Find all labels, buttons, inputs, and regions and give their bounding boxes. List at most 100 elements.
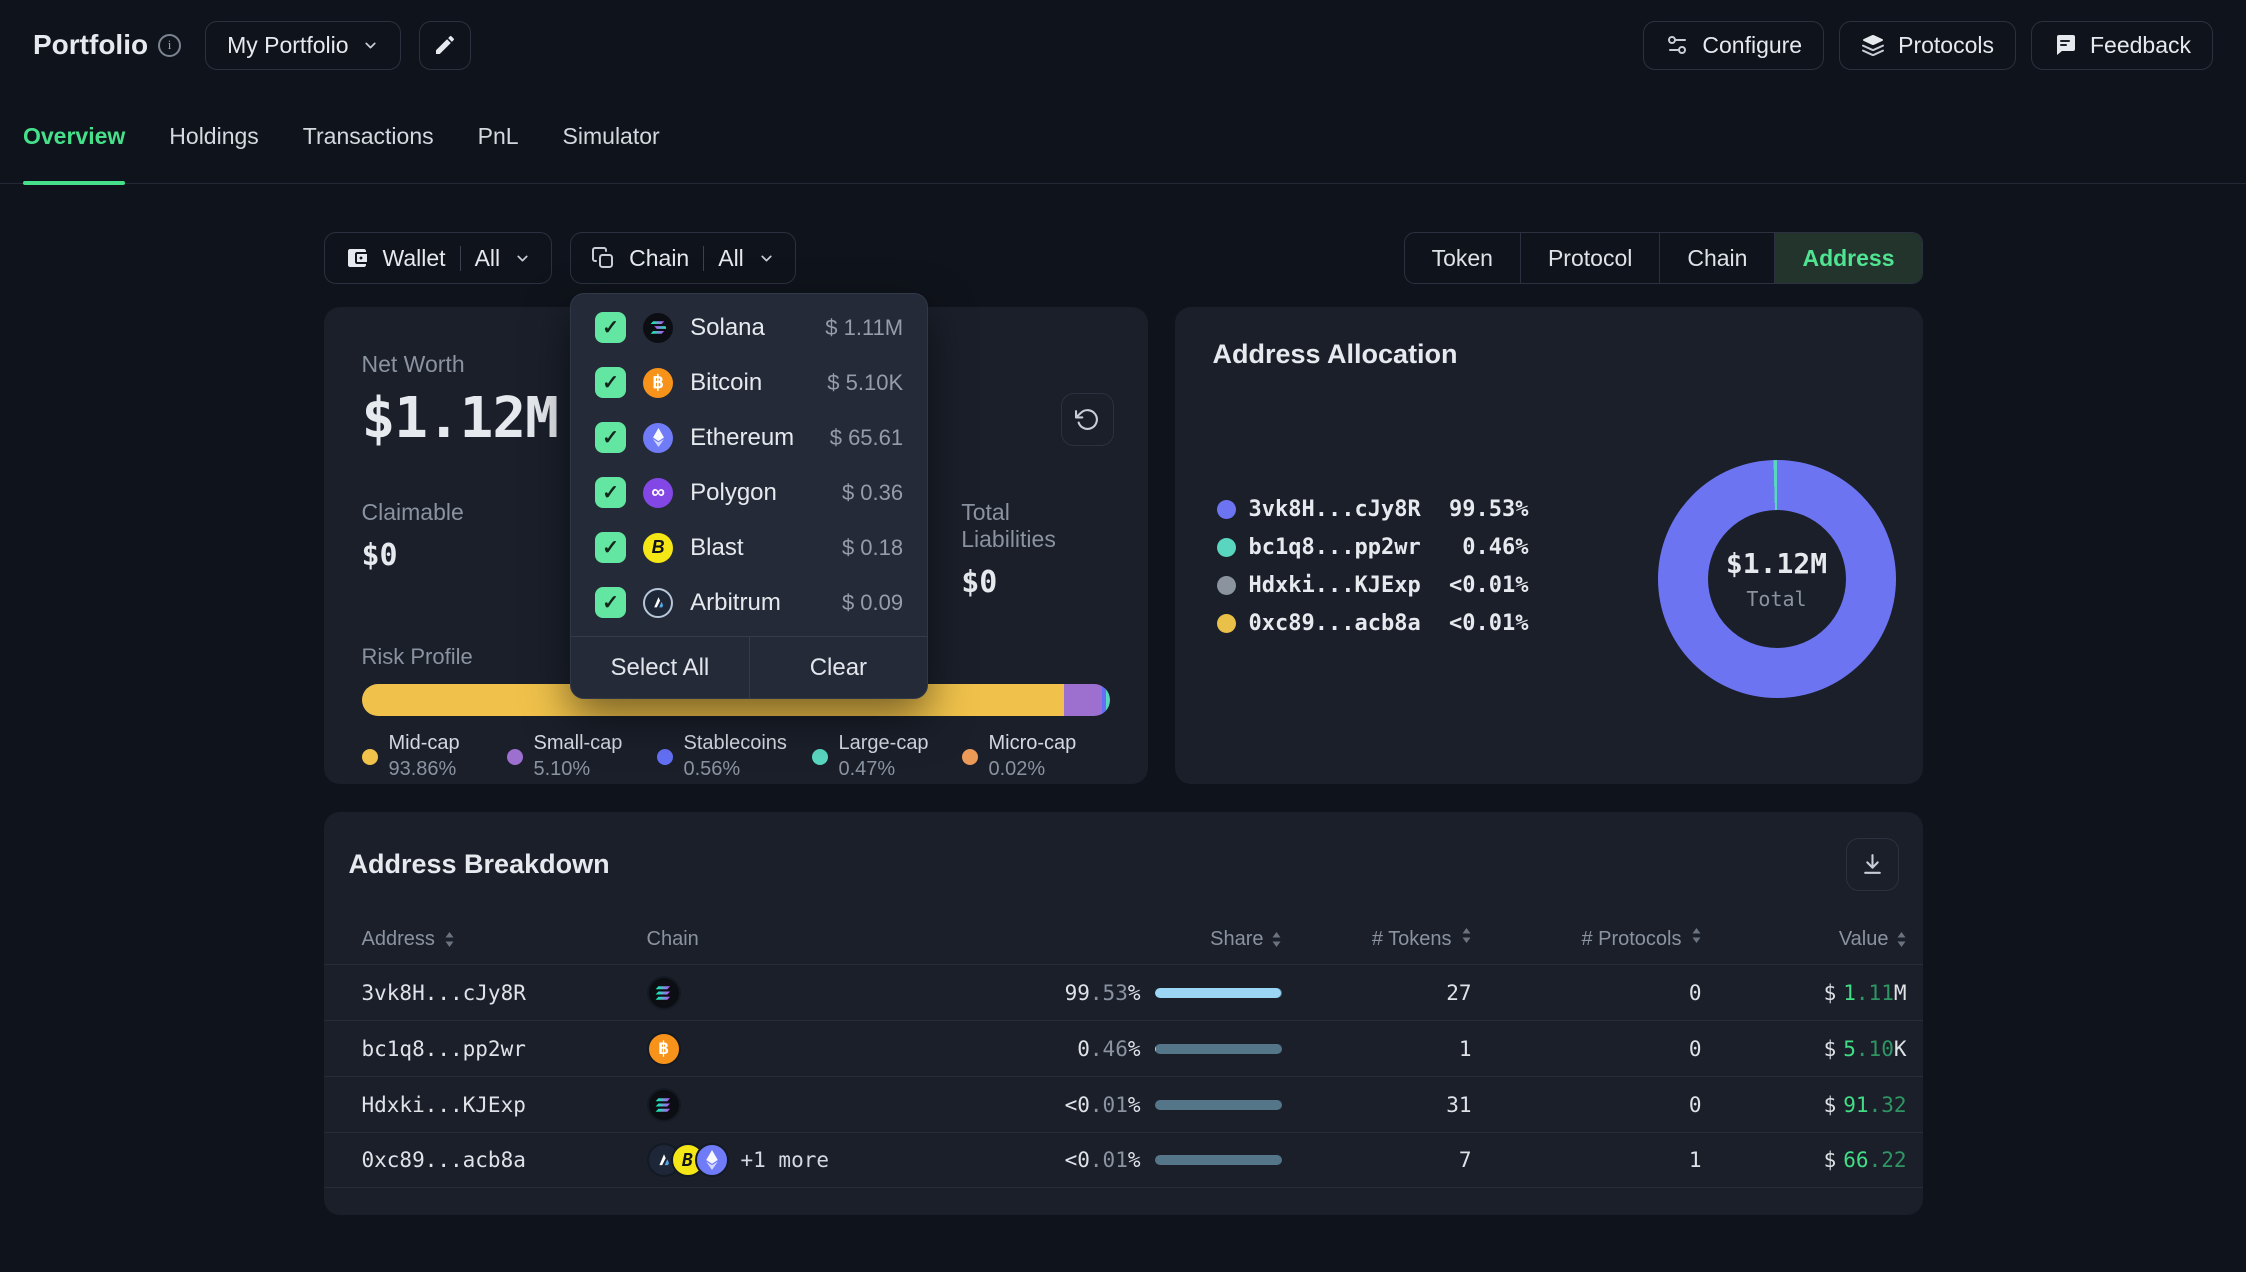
chain-cell: B +1 more [647,1143,947,1177]
table-row[interactable]: 0xc89...acb8a B +1 more <0.01% 7 1 $66.2… [324,1132,1923,1188]
column-tokens[interactable]: # Tokens [1282,928,1472,951]
checkbox-checked-icon[interactable] [595,532,626,563]
download-icon [1860,852,1885,877]
edit-portfolio-button[interactable] [419,21,471,70]
divider [460,246,461,271]
column-address[interactable]: Address [324,928,647,951]
select-all-button[interactable]: Select All [571,637,750,698]
address-cell: 0xc89...acb8a [324,1148,647,1172]
address-cell: Hdxki...KJExp [324,1093,647,1117]
solana-icon [647,976,681,1010]
refresh-icon [1075,407,1100,432]
chain-cell [647,1088,947,1122]
table-header: Address Chain Share # Tokens # Protocols [324,914,1923,964]
chain-option-value: $ 65.61 [830,425,903,451]
checkbox-checked-icon[interactable] [595,422,626,453]
protocols-label: Protocols [1898,32,1994,59]
view-toggle-address[interactable]: Address [1774,233,1921,283]
column-protocols[interactable]: # Protocols [1472,928,1702,951]
info-icon[interactable] [158,34,181,57]
protocols-button[interactable]: Protocols [1839,21,2016,70]
chain-dropdown: Solana $ 1.11M ฿ Bitcoin $ 5.10K [570,293,928,699]
filters-row: Wallet All Chain All [324,232,1923,284]
table-row[interactable]: Hdxki...KJExp <0.01% 31 0 $91.32 [324,1076,1923,1132]
checkbox-checked-icon[interactable] [595,587,626,618]
tab-overview[interactable]: Overview [23,90,125,183]
table-row[interactable]: 3vk8H...cJy8R 99.53% 27 0 $1.11M [324,964,1923,1020]
solana-icon [647,1088,681,1122]
legend-item: Stablecoins0.56% [657,732,812,781]
checkbox-checked-icon[interactable] [595,367,626,398]
chain-option-ethereum[interactable]: Ethereum $ 65.61 [571,410,927,465]
protocols-cell: 0 [1472,1093,1702,1117]
breakdown-title: Address Breakdown [349,849,610,880]
chain-filter-value: All [718,245,744,272]
sort-icon[interactable] [1271,932,1282,947]
protocols-cell: 0 [1472,981,1702,1005]
protocols-cell: 1 [1472,1148,1702,1172]
address-allocation-card: Address Allocation 3vk8H...cJy8R 99.53% … [1175,307,1923,784]
checkbox-checked-icon[interactable] [595,477,626,508]
clear-button[interactable]: Clear [750,637,928,698]
chain-option-value: $ 0.09 [842,590,903,616]
legend-item: 0xc89...acb8a <0.01% [1217,611,1529,636]
checkbox-checked-icon[interactable] [595,312,626,343]
pencil-icon [433,33,457,57]
view-toggle: Token Protocol Chain Address [1404,232,1923,284]
allocation-legend: 3vk8H...cJy8R 99.53% bc1q8...pp2wr 0.46%… [1217,497,1529,649]
chain-cell: ฿ [647,1032,947,1066]
chain-option-label: Ethereum [690,424,794,452]
chain-filter-label: Chain [629,245,689,272]
blast-icon: B [643,533,673,563]
chain-option-bitcoin[interactable]: ฿ Bitcoin $ 5.10K [571,355,927,410]
sort-icon[interactable] [1896,932,1907,947]
share-bar [1155,1044,1282,1054]
configure-button[interactable]: Configure [1643,21,1824,70]
portfolio-selector[interactable]: My Portfolio [205,21,400,70]
chain-filter-button[interactable]: Chain All [570,232,796,284]
chain-option-value: $ 0.18 [842,535,903,561]
column-share[interactable]: Share [947,928,1282,951]
tab-holdings[interactable]: Holdings [169,90,259,183]
view-toggle-protocol[interactable]: Protocol [1520,233,1659,283]
ethereum-icon [643,423,673,453]
wallet-filter-button[interactable]: Wallet All [324,232,553,284]
legend-item: Hdxki...KJExp <0.01% [1217,573,1529,598]
chain-option-label: Bitcoin [690,369,762,397]
tab-bar: Overview Holdings Transactions PnL Simul… [0,90,2246,184]
allocation-donut-chart: $1.12M Total [1658,460,1896,698]
sort-icon[interactable] [1691,928,1702,943]
feedback-button[interactable]: Feedback [2031,21,2213,70]
legend-item: 3vk8H...cJy8R 99.53% [1217,497,1529,522]
tokens-cell: 27 [1282,981,1472,1005]
sort-icon[interactable] [1461,928,1472,943]
chain-option-blast[interactable]: B Blast $ 0.18 [571,520,927,575]
column-value[interactable]: Value [1702,928,1923,951]
chain-option-polygon[interactable]: ∞ Polygon $ 0.36 [571,465,927,520]
address-cell: bc1q8...pp2wr [324,1037,647,1061]
tokens-cell: 31 [1282,1093,1472,1117]
layers-icon [1861,33,1885,57]
sort-icon[interactable] [444,932,455,947]
table-row[interactable]: bc1q8...pp2wr ฿ 0.46% 1 0 $5.10K [324,1020,1923,1076]
tab-simulator[interactable]: Simulator [563,90,660,183]
legend-item: Large-cap0.47% [812,732,962,781]
refresh-button[interactable] [1061,393,1114,446]
chain-option-solana[interactable]: Solana $ 1.11M [571,300,927,355]
legend-dot [657,749,673,765]
chain-cell [647,976,947,1010]
chevron-down-icon [514,250,531,267]
legend-dot [1217,500,1236,519]
tab-pnl[interactable]: PnL [478,90,519,183]
tab-transactions[interactable]: Transactions [303,90,434,183]
view-toggle-chain[interactable]: Chain [1659,233,1774,283]
download-button[interactable] [1846,838,1899,891]
view-toggle-token[interactable]: Token [1405,233,1520,283]
donut-total-value: $1.12M [1726,547,1827,580]
legend-dot [1217,576,1236,595]
legend-item: bc1q8...pp2wr 0.46% [1217,535,1529,560]
value-cell: $5.10K [1702,1037,1923,1061]
allocation-title: Address Allocation [1213,339,1885,370]
protocols-cell: 0 [1472,1037,1702,1061]
chain-option-arbitrum[interactable]: Arbitrum $ 0.09 [571,575,927,630]
